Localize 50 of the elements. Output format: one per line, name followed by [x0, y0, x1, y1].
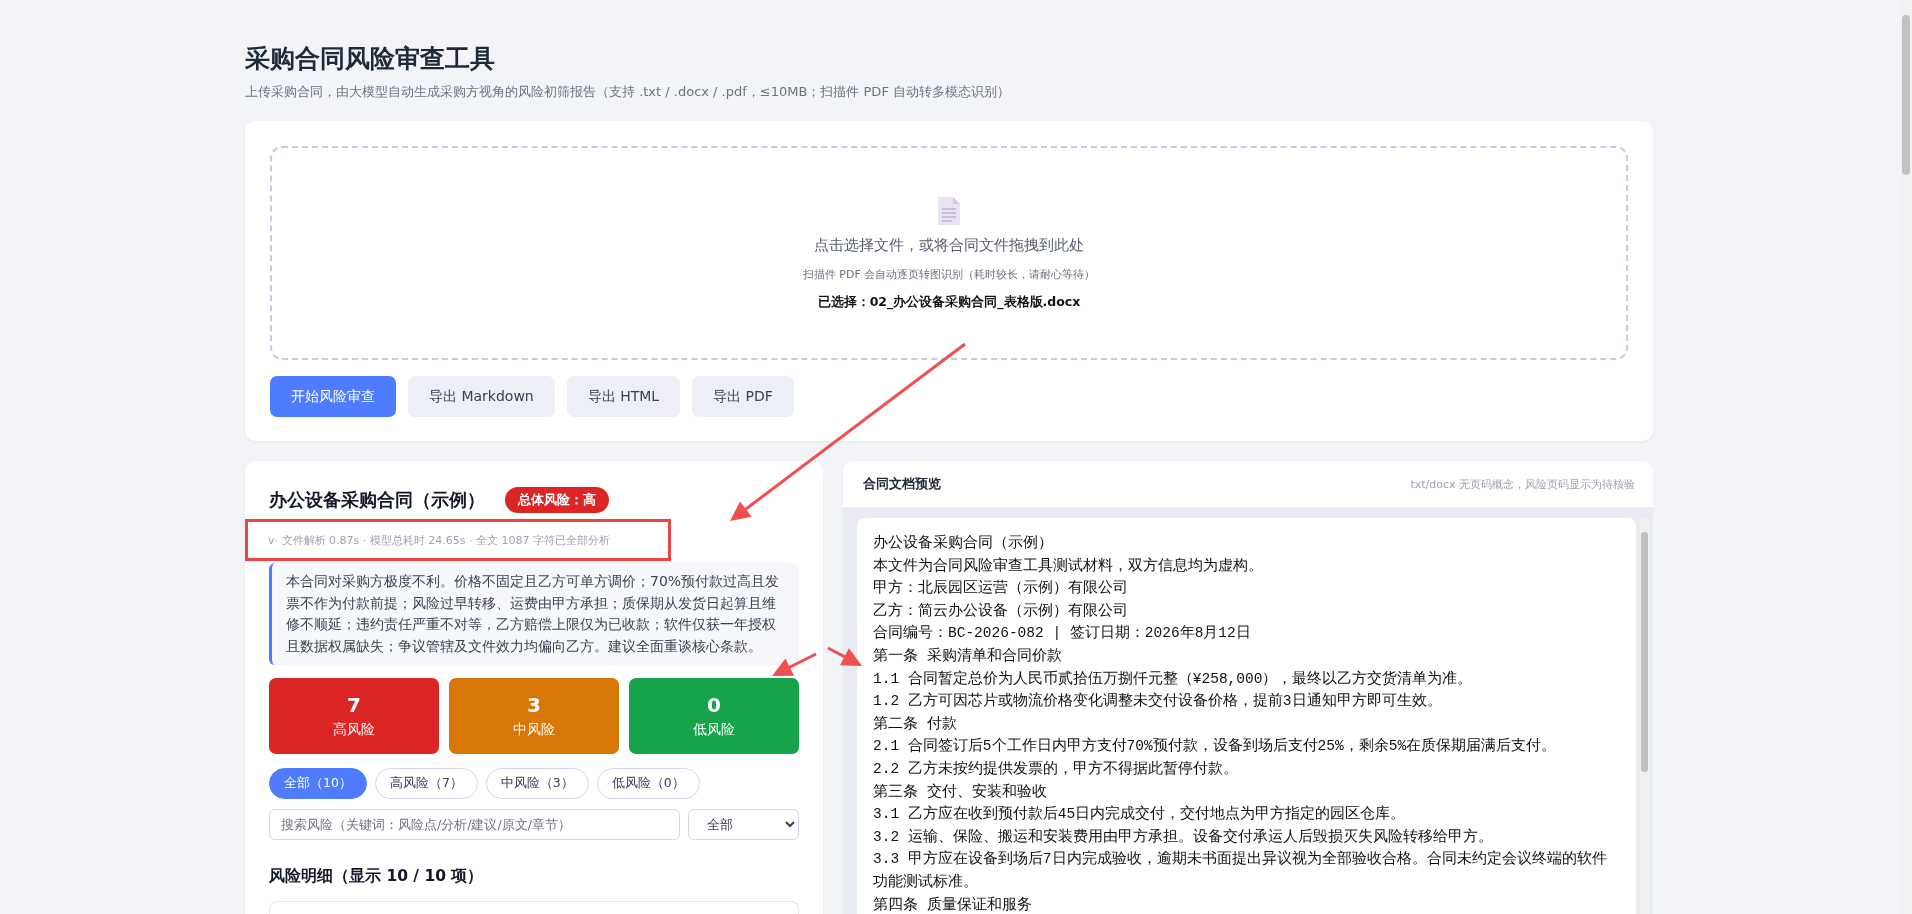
document-line: 本文件为合同风险审查工具测试材料，双方信息均为虚构。	[873, 556, 1264, 576]
export-button[interactable]: 导出 Markdown	[408, 376, 555, 417]
risk-count: 0	[707, 693, 721, 717]
level-select[interactable]: 全部	[688, 809, 799, 840]
report-title: 办公设备采购合同（示例）	[269, 489, 485, 512]
risk-count: 3	[527, 693, 541, 717]
preview-note: txt/docx 无页码概念，风险页码显示为待核验	[1410, 476, 1635, 492]
upload-hint: 扫描件 PDF 会自动逐页转图识别（耗时较长，请耐心等待）	[802, 266, 1096, 282]
start-review-button[interactable]: 开始风险审查	[270, 376, 396, 417]
filter-chip[interactable]: 高风险（7）	[374, 768, 478, 799]
document-line: 第四条 质量保证和服务	[873, 895, 1033, 914]
filter-chip[interactable]: 全部（10）	[269, 768, 367, 799]
document-line: 2.2 乙方未按约提供发票的，甲方不得据此暂停付款。	[873, 759, 1239, 779]
analysis-meta: v· 文件解析 0.87s · 模型总耗时 24.65s · 全文 1087 字符已全部分析	[268, 532, 610, 548]
risk-level-label: 中风险	[513, 721, 555, 739]
risk-level-label: 低风险	[693, 721, 735, 739]
preview-title: 合同文档预览	[863, 475, 941, 493]
window-scrollbar[interactable]	[1900, 0, 1912, 914]
document-line: 3.1 乙方应在收到预付款后45日内完成交付，交付地点为甲方指定的园区仓库。	[873, 804, 1407, 825]
export-button[interactable]: 导出 PDF	[692, 376, 794, 417]
overall-risk-badge: 总体风险：高	[505, 487, 609, 513]
document-icon	[937, 195, 961, 226]
risk-summary: 本合同对采购方极度不利。价格不固定且乙方可单方调价；70%预付款过高且发票不作为付款前提；风险过早转移、运费由甲方承担；质保期从发货日起算且维修不顺延；违约责任严重不对等，乙方赔偿上限仅为已收款；软件仅获一年授权且数据权属缺失；争议管辖及文件效力均偏向乙方。建议全面重谈核心条款。	[269, 563, 799, 665]
filter-chip[interactable]: 中风险（3）	[485, 768, 589, 799]
annotation-arrow	[772, 652, 817, 676]
details-heading: 风险明细（显示 10 / 10 项）	[269, 866, 485, 887]
document-line: 2.1 合同签订后5个工作日内甲方支付70%预付款，设备到场后支付25%，剩余5%在质保期届满后支付。	[873, 736, 1558, 757]
document-line: 甲方：北辰园区运营（示例）有限公司	[873, 578, 1129, 599]
document-line: 合同编号：BC-2026-082 | 签订日期：2026年8月12日	[873, 623, 1252, 644]
page-title: 采购合同风险审查工具	[245, 43, 496, 75]
file-drop-zone[interactable]: 点击选择文件，或将合同文件拖拽到此处 扫描件 PDF 会自动逐页转图识别（耗时较长，请耐心等待） 已选择：02_办公设备采购合同_表格版.docx	[270, 146, 1628, 360]
risk-level-label: 高风险	[333, 721, 375, 739]
scrollbar[interactable]	[1640, 518, 1649, 914]
export-button[interactable]: 导出 HTML	[566, 376, 681, 417]
document-line: 3.2 运输、保险、搬运和安装费用由甲方承担。设备交付承运人后毁损灭失风险转移给甲方。	[873, 827, 1494, 847]
document-line: 办公设备采购合同（示例）	[873, 533, 1054, 553]
document-line: 第一条 采购清单和合同价款	[873, 646, 1063, 666]
selected-file: 已选择：02_办公设备采购合同_表格版.docx	[817, 293, 1081, 311]
document-line: 1.1 合同暂定总价为人民币贰拾伍万捌仟元整（¥258,000），最终以乙方交货清单为准。	[873, 669, 1474, 689]
document-line: 第二条 付款	[873, 714, 958, 734]
annotation-arrow	[827, 646, 862, 666]
page-subtitle: 上传采购合同，由大模型自动生成采购方视角的风险初筛报告（支持 .txt / .docx / .pdf，≤10MB；扫描件 PDF 自动转多模态识别）	[245, 83, 1011, 101]
document-line: 1.2 乙方可因芯片或物流价格变化调整未交付设备价格，提前3日通知甲方即可生效。	[873, 691, 1443, 712]
document-line: 3.3 甲方应在设备到场后7日内完成验收，逾期未书面提出异议视为全部验收合格。合同未约定会议终端的软件功能测试标准。	[873, 849, 1608, 892]
search-field[interactable]: 搜索风险（关键词：风险点/分析/建议/原文/章节）	[269, 809, 680, 840]
risk-count: 7	[347, 693, 361, 717]
document-line: 第三条 交付、安装和验收	[873, 782, 1048, 802]
filter-chip[interactable]: 低风险（0）	[596, 768, 700, 799]
upload-prompt: 点击选择文件，或将合同文件拖拽到此处	[814, 235, 1084, 255]
document-line: 乙方：简云办公设备（示例）有限公司	[873, 601, 1129, 621]
